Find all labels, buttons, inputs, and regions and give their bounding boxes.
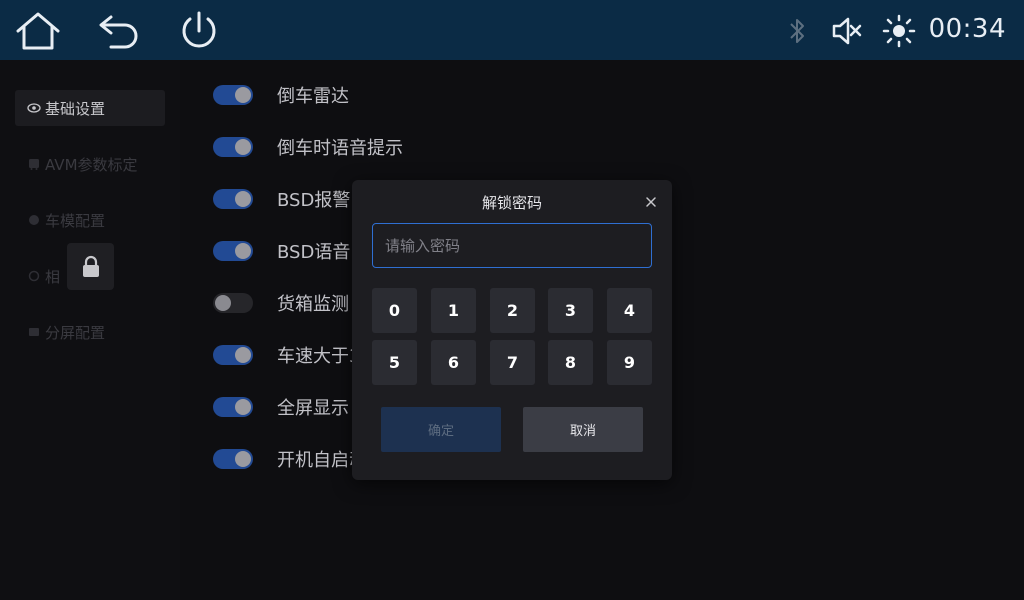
toggle-switch[interactable]	[213, 85, 253, 105]
key-3[interactable]: 3	[548, 288, 593, 333]
split-screen-icon	[27, 325, 41, 339]
setting-row-bsd-alarm: BSD报警	[213, 186, 350, 212]
password-input[interactable]	[372, 223, 652, 268]
setting-row-autostart: 开机自启动	[213, 446, 367, 472]
sidebar-item-label: 分屏配置	[45, 323, 106, 342]
sidebar: 基础设置 AVM参数标定 车模配置 相 分屏配置	[0, 60, 180, 600]
toggle-switch[interactable]	[213, 397, 253, 417]
setting-label: BSD语音	[277, 242, 351, 263]
unlock-password-dialog: 解锁密码 0 1 2 3 4 5 6 7 8 9 确定 取消	[352, 180, 672, 480]
toggle-knob	[235, 347, 251, 363]
volume-mute-icon[interactable]	[830, 12, 864, 50]
brightness-icon[interactable]	[881, 12, 917, 50]
setting-row-reverse-radar: 倒车雷达	[213, 82, 349, 108]
sidebar-item-label: 车模配置	[45, 211, 106, 230]
setting-label: BSD报警	[277, 190, 351, 211]
toggle-switch[interactable]	[213, 293, 253, 313]
toggle-knob	[215, 295, 231, 311]
sidebar-item-car-model[interactable]: 车模配置	[15, 202, 165, 238]
setting-label: 全屏显示	[277, 398, 349, 419]
key-8[interactable]: 8	[548, 340, 593, 385]
toggle-knob	[235, 191, 251, 207]
sidebar-item-avm-calibration[interactable]: AVM参数标定	[15, 146, 165, 182]
back-icon[interactable]	[96, 8, 142, 54]
camera-icon	[27, 269, 41, 283]
setting-row-reverse-voice: 倒车时语音提示	[213, 134, 403, 160]
car-icon	[27, 213, 41, 227]
power-icon[interactable]	[176, 8, 222, 54]
sidebar-item-label: 基础设置	[45, 99, 106, 118]
bus-icon	[27, 157, 41, 171]
setting-label: 车速大于3	[277, 346, 361, 367]
bluetooth-icon[interactable]	[786, 12, 810, 50]
toggle-switch[interactable]	[213, 241, 253, 261]
toggle-knob	[235, 87, 251, 103]
lock-icon	[67, 243, 114, 290]
setting-label: 倒车雷达	[277, 86, 349, 107]
key-5[interactable]: 5	[372, 340, 417, 385]
home-icon[interactable]	[15, 8, 61, 54]
close-icon[interactable]	[644, 194, 658, 208]
eye-icon	[27, 101, 41, 115]
key-4[interactable]: 4	[607, 288, 652, 333]
setting-label: 倒车时语音提示	[277, 138, 403, 159]
sidebar-item-basic-settings[interactable]: 基础设置	[15, 90, 165, 126]
sidebar-item-label: AVM参数标定	[45, 155, 138, 174]
toggle-switch[interactable]	[213, 137, 253, 157]
toggle-knob	[235, 451, 251, 467]
setting-row-cargo-monitor: 货箱监测	[213, 290, 349, 316]
key-9[interactable]: 9	[607, 340, 652, 385]
setting-row-speed-threshold: 车速大于3	[213, 342, 360, 368]
toggle-knob	[235, 243, 251, 259]
setting-row-bsd-voice: BSD语音	[213, 238, 350, 264]
key-6[interactable]: 6	[431, 340, 476, 385]
dialog-title: 解锁密码	[481, 194, 542, 212]
setting-row-fullscreen: 全屏显示	[213, 394, 349, 420]
toggle-knob	[235, 139, 251, 155]
cancel-button[interactable]: 取消	[523, 407, 643, 452]
key-1[interactable]: 1	[431, 288, 476, 333]
key-7[interactable]: 7	[490, 340, 535, 385]
clock-time: 00:34	[928, 14, 1006, 44]
sidebar-item-split-screen[interactable]: 分屏配置	[15, 314, 165, 350]
toggle-switch[interactable]	[213, 449, 253, 469]
top-bar: 00:34	[0, 0, 1024, 60]
toggle-switch[interactable]	[213, 345, 253, 365]
confirm-button[interactable]: 确定	[381, 407, 501, 452]
setting-label: 货箱监测	[277, 294, 349, 315]
key-2[interactable]: 2	[490, 288, 535, 333]
key-0[interactable]: 0	[372, 288, 417, 333]
toggle-switch[interactable]	[213, 189, 253, 209]
toggle-knob	[235, 399, 251, 415]
sidebar-item-label: 相	[45, 267, 61, 286]
